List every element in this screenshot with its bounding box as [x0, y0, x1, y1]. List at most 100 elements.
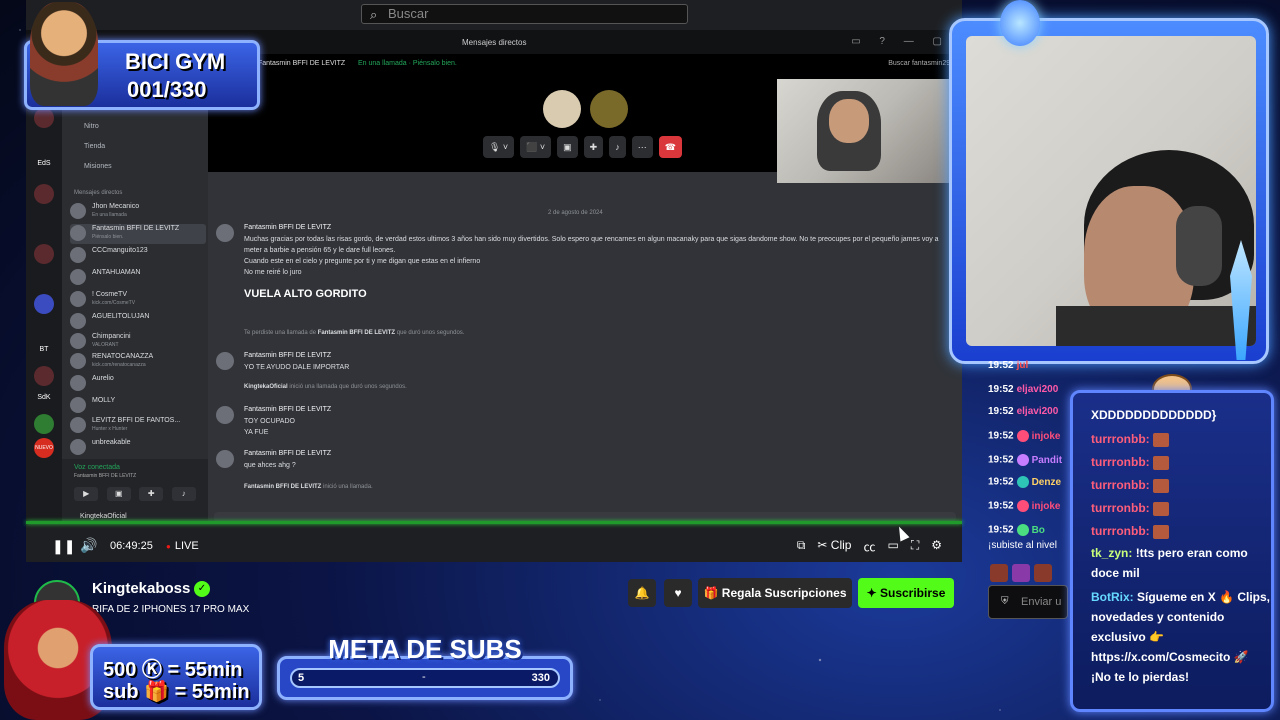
window-controls[interactable]: ▭ ? — ▢	[851, 36, 950, 47]
dm-item[interactable]: ! CosmeTV kick.com/CosmeTV	[70, 290, 206, 310]
dm-status: VALORANT	[92, 342, 119, 348]
avatar	[70, 225, 86, 241]
camera-icon[interactable]: ▶	[74, 487, 99, 501]
server-icon[interactable]	[34, 414, 54, 434]
avatar	[216, 450, 234, 468]
clip-button[interactable]: ✂ Clip	[817, 538, 851, 555]
server-label[interactable]: EdS	[34, 154, 54, 174]
avatar	[70, 397, 86, 413]
dm-item[interactable]: AGUELITOLUJAN	[70, 312, 206, 332]
dm-item[interactable]: MOLLY	[70, 396, 206, 416]
notification-bell-icon[interactable]: 🔔	[628, 579, 656, 607]
avatar	[70, 417, 86, 433]
more-icon[interactable]: ⋯	[631, 136, 653, 158]
friend-webcam-feed	[777, 79, 949, 183]
message-line: YA FUE	[244, 429, 269, 436]
server-icon[interactable]	[34, 366, 54, 386]
dm-name: Chimpancini	[92, 333, 131, 340]
verified-icon: ✓	[194, 581, 210, 597]
screen-share-icon[interactable]: ▣	[557, 136, 578, 158]
video-progress-bar[interactable]	[26, 521, 962, 524]
emote	[990, 564, 1008, 582]
activities-icon[interactable]: ✚	[139, 487, 164, 501]
mic-icon[interactable]: 🎙 ˅	[483, 136, 515, 158]
fullscreen-icon[interactable]: ⛶	[911, 538, 919, 555]
stream-title: RIFA DE 2 IPHONES 17 PRO MAX	[92, 604, 250, 615]
live-indicator[interactable]: LIVE	[166, 540, 199, 552]
message-heading: VUELA ALTO GORDITO	[244, 288, 367, 300]
system-missed-call: Te perdiste una llamada de Fantasmin BFF…	[244, 330, 465, 336]
message-author[interactable]: Fantasmin BFFI DE LEVITZ	[244, 224, 331, 231]
dm-item-active[interactable]: Fantasmin BFFI DE LEVITZ Piénsalo bien.	[70, 224, 206, 244]
subs-goal-separator: -	[422, 671, 426, 683]
channel-name[interactable]: Kingtekaboss	[92, 580, 190, 597]
soundboard-icon[interactable]: ♪	[609, 136, 626, 158]
avatar	[70, 291, 86, 307]
dm-item[interactable]: RENATOCANAZZA kick.com/renatocanazza	[70, 352, 206, 372]
overlay-chat-line: tk_zyn: !tts pero eran como doce mil	[1091, 546, 1248, 580]
overlay-chat-line: turrronbb:	[1091, 452, 1271, 472]
dm-item[interactable]: Jhon Mecanico En una llamada	[70, 202, 206, 222]
dm-name: CCCmanguito123	[92, 247, 148, 254]
subs-goal-min: 5	[298, 672, 305, 684]
dm-item[interactable]: ANTAHUAMAN	[70, 268, 206, 288]
theater-mode-icon[interactable]: ▭	[887, 538, 898, 555]
server-icon[interactable]	[34, 244, 54, 264]
message-text: TOY OCUPADO YA FUE	[244, 416, 944, 438]
soundboard-icon[interactable]: ♪	[171, 487, 196, 501]
gym-mascot-illustration	[30, 2, 98, 106]
screen-share-icon[interactable]: ▣	[106, 487, 131, 501]
chat-row: 19:52 injoke	[988, 430, 1061, 442]
nav-nitro[interactable]: Nitro	[84, 120, 99, 134]
dm-item[interactable]: LEVITZ BFFI DE FANTOS... Hunter x Hunter	[70, 416, 206, 436]
server-icon[interactable]	[34, 108, 54, 128]
chat-send-input[interactable]: ⛨ Enviar u	[988, 585, 1068, 619]
nav-tienda[interactable]: Tienda	[84, 140, 105, 154]
dm-item[interactable]: unbreakable	[70, 438, 206, 458]
follow-heart-icon[interactable]: ♥	[664, 579, 692, 607]
nav-misiones[interactable]: Misiones	[84, 160, 112, 174]
server-new-badge[interactable]: NUEVO	[34, 438, 54, 458]
call-participant-avatar	[590, 90, 628, 128]
avatar	[70, 269, 86, 285]
chat-row: 19:52 Denze	[988, 476, 1062, 488]
camera-icon[interactable]: ⬛ ˅	[520, 136, 552, 158]
avatar	[70, 333, 86, 349]
server-icon[interactable]	[34, 184, 54, 204]
system-call: KingtekaOficial inició una llamada que d…	[244, 384, 407, 390]
dm-status: En una llamada	[92, 212, 127, 218]
dm-item[interactable]: CCCmanguito123	[70, 246, 206, 266]
hang-up-button[interactable]: ☎	[658, 136, 682, 158]
captions-icon[interactable]: ㏄	[863, 538, 875, 555]
avatar	[70, 247, 86, 263]
dm-header-search[interactable]: Buscar fantasmin297	[888, 60, 954, 67]
overlay-chat-line: BotRix: Sígueme en X 🔥 Clips, novedades …	[1091, 590, 1270, 684]
dm-header-name: Fantasmin BFFI DE LEVITZ	[258, 60, 346, 67]
rate-subs: sub 🎁 = 55min	[103, 681, 250, 703]
discord-search-bar[interactable]: ⌕ Buscar	[361, 4, 688, 24]
server-icon[interactable]	[34, 294, 54, 314]
avatar	[70, 353, 86, 369]
dm-item[interactable]: Aurelio	[70, 374, 206, 394]
message-author[interactable]: Fantasmin BFFI DE LEVITZ	[244, 352, 331, 359]
discord-window-title: Mensajes directos	[462, 38, 527, 47]
subs-goal-title: META DE SUBS	[328, 634, 522, 664]
message-author[interactable]: Fantasmin BFFI DE LEVITZ	[244, 406, 331, 413]
gift-subs-button[interactable]: 🎁 Regala Suscripciones	[698, 578, 852, 608]
dm-name: Jhon Mecanico	[92, 203, 140, 210]
dm-item[interactable]: Chimpancini VALORANT	[70, 332, 206, 352]
activities-icon[interactable]: ✚	[583, 136, 604, 158]
voice-status: Voz conectada	[74, 464, 120, 471]
message-author[interactable]: Fantasmin BFFI DE LEVITZ	[244, 450, 331, 457]
settings-icon[interactable]: ⚙	[931, 538, 942, 555]
subscribe-button[interactable]: ✦ Suscribirse	[858, 578, 954, 608]
volume-icon[interactable]: 🔊	[80, 537, 97, 554]
discord-dm-sidebar: Nitro Tienda Misiones Mensajes directos …	[62, 54, 208, 524]
dm-name: ANTAHUAMAN	[92, 269, 141, 276]
shield-icon: ⛨	[1001, 596, 1009, 607]
headphones	[1176, 206, 1222, 286]
server-label[interactable]: BT	[34, 340, 54, 360]
pause-icon[interactable]: ❚❚	[52, 538, 75, 555]
pip-icon[interactable]: ⧉	[797, 538, 806, 555]
server-label[interactable]: SdK	[34, 388, 54, 408]
